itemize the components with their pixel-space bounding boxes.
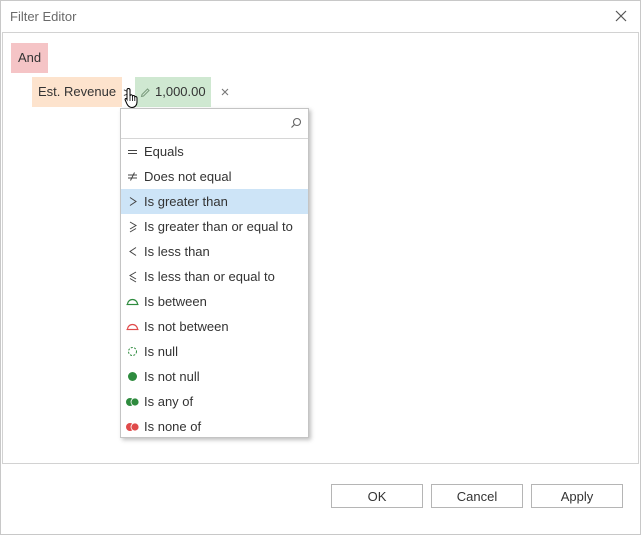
pencil-icon <box>140 87 150 97</box>
not-equal-icon <box>121 171 144 182</box>
operator-item-null[interactable]: Is null <box>121 339 308 364</box>
operator-label: Is any of <box>144 394 194 409</box>
cancel-button[interactable]: Cancel <box>431 484 523 508</box>
equals-icon <box>121 148 144 156</box>
close-icon <box>615 10 627 22</box>
search-icon <box>291 117 302 128</box>
close-button[interactable] <box>612 7 630 25</box>
operator-label: Is between <box>144 294 207 309</box>
apply-button[interactable]: Apply <box>531 484 623 508</box>
not-between-icon <box>121 322 144 331</box>
not-null-icon <box>121 371 144 382</box>
operator-item-not-null[interactable]: Is not null <box>121 364 308 389</box>
remove-condition-button[interactable] <box>219 85 231 99</box>
operator-label: Is greater than or equal to <box>144 219 293 234</box>
operator-item-greater-or-equal[interactable]: Is greater than or equal to <box>121 214 308 239</box>
operator-label: Is not null <box>144 369 200 384</box>
none-of-icon <box>121 422 144 432</box>
less-than-icon <box>121 246 144 257</box>
null-icon <box>121 346 144 357</box>
between-icon <box>121 297 144 306</box>
greater-or-equal-icon <box>121 221 144 233</box>
title-bar: Filter Editor <box>1 1 640 32</box>
group-operator[interactable]: And <box>11 43 49 73</box>
operator-item-less-than[interactable]: Is less than <box>121 239 308 264</box>
operator-label: Does not equal <box>144 169 232 184</box>
operator-label: Is null <box>144 344 178 359</box>
operator-item-between[interactable]: Is between <box>121 289 308 314</box>
operator-label: Equals <box>144 144 184 159</box>
operator-label: Is none of <box>144 419 202 434</box>
operator-label: Is not between <box>144 319 229 334</box>
operator-item-equals[interactable]: Equals <box>121 139 308 164</box>
field-name[interactable]: Est. Revenue <box>32 77 123 107</box>
ok-button[interactable]: OK <box>331 484 423 508</box>
operator-item-not-equal[interactable]: Does not equal <box>121 164 308 189</box>
less-or-equal-icon <box>121 271 144 283</box>
close-icon <box>221 88 229 96</box>
operator-item-greater-than[interactable]: Is greater than <box>121 189 308 214</box>
operator-search-input[interactable] <box>125 113 289 135</box>
operator-item-any-of[interactable]: Is any of <box>121 389 308 414</box>
operator-item-less-or-equal[interactable]: Is less than or equal to <box>121 264 308 289</box>
operator-search-box <box>121 109 308 139</box>
greater-than-icon <box>121 196 144 207</box>
value-chip[interactable]: 1,000.00 <box>135 77 211 107</box>
operator-item-not-between[interactable]: Is not between <box>121 314 308 339</box>
hand-cursor-icon <box>124 87 138 109</box>
operator-dropdown: Equals Does not equal Is greater than Is… <box>120 108 309 438</box>
operator-label: Is less than or equal to <box>144 269 275 284</box>
operator-item-none-of[interactable]: Is none of <box>121 414 308 439</box>
operator-label: Is less than <box>144 244 210 259</box>
filter-editor-window: Filter Editor And Est. Revenue > 1,000.0… <box>0 0 641 535</box>
operator-label: Is greater than <box>144 194 228 209</box>
operator-list: Equals Does not equal Is greater than Is… <box>121 139 308 439</box>
value-text: 1,000.00 <box>155 84 206 99</box>
any-of-icon <box>121 397 144 407</box>
window-title: Filter Editor <box>10 9 77 24</box>
